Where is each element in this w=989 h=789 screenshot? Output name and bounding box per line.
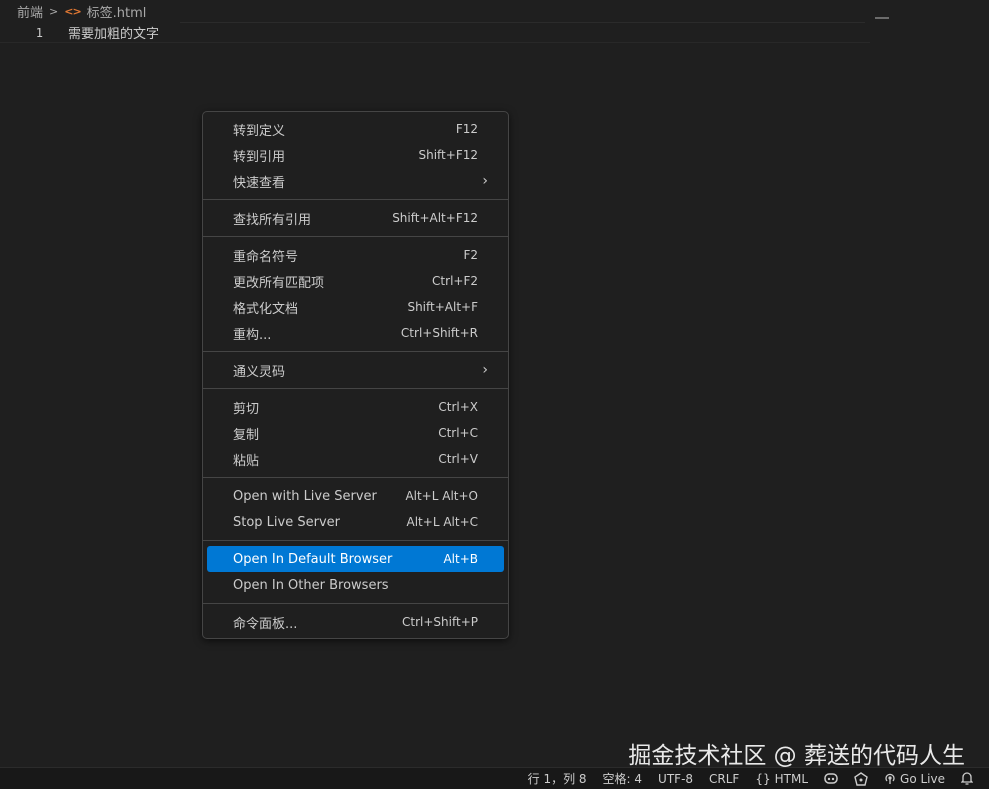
- menu-item-shortcut: Alt+L Alt+C: [406, 515, 478, 529]
- menu-item[interactable]: Open with Live Server Alt+L Alt+O: [207, 483, 504, 509]
- menu-item-label: 粘贴: [233, 453, 260, 469]
- menu-item-shortcut: Alt+B: [443, 552, 478, 566]
- menu-item-label: 重构...: [233, 327, 272, 343]
- menu-item-label: Open with Live Server: [233, 488, 377, 504]
- menu-item-shortcut: Ctrl+F2: [432, 274, 478, 288]
- menu-item-label: 快速查看: [233, 175, 286, 191]
- indentation[interactable]: 空格: 4: [595, 770, 651, 787]
- menu-item-label: 剪切: [233, 401, 260, 417]
- menu-item[interactable]: 格式化文档 Shift+Alt+F: [207, 294, 504, 320]
- menu-item[interactable]: Stop Live Server Alt+L Alt+C: [207, 509, 504, 535]
- menu-item[interactable]: 更改所有匹配项 Ctrl+F2: [207, 268, 504, 294]
- lingma-icon[interactable]: [846, 771, 876, 786]
- menu-item-shortcut: Shift+F12: [418, 148, 478, 162]
- breadcrumb: 前端 > <> 标签.html: [0, 0, 989, 22]
- menu-item[interactable]: 重构... Ctrl+Shift+R: [207, 320, 504, 346]
- menu-item-label: 命令面板...: [233, 616, 298, 632]
- cursor-position[interactable]: 行 1，列 8: [520, 770, 595, 787]
- menu-separator: [203, 351, 508, 352]
- menu-item-shortcut: Ctrl+X: [438, 400, 478, 414]
- menu-item[interactable]: 快速查看 ›: [207, 168, 504, 194]
- broadcast-icon: [885, 773, 895, 784]
- menu-item-shortcut: F2: [463, 248, 478, 262]
- menu-item-label: 查找所有引用: [233, 212, 312, 228]
- menu-item-shortcut: Shift+Alt+F12: [392, 211, 478, 225]
- language-label: HTML: [774, 771, 809, 786]
- menu-item[interactable]: 剪切 Ctrl+X: [207, 394, 504, 420]
- menu-item-label: Open In Default Browser: [233, 551, 393, 567]
- menu-item[interactable]: 复制 Ctrl+C: [207, 420, 504, 446]
- go-live-button[interactable]: Go Live: [876, 772, 953, 786]
- menu-item-label: 更改所有匹配项: [233, 275, 325, 291]
- menu-item-label: 重命名符号: [233, 249, 299, 265]
- menu-separator: [203, 236, 508, 237]
- menu-item-shortcut: F12: [455, 122, 478, 136]
- end-of-line[interactable]: CRLF: [701, 772, 747, 786]
- notifications-bell-icon[interactable]: [953, 772, 981, 785]
- editor-line[interactable]: 1 需要加粗的文字: [0, 23, 870, 43]
- overview-ruler-mark: [875, 17, 889, 19]
- menu-separator: [203, 199, 508, 200]
- menu-item[interactable]: 通义灵码 ›: [207, 357, 504, 383]
- menu-item-label: 转到引用: [233, 149, 286, 165]
- menu-item-label: 转到定义: [233, 123, 286, 139]
- html-file-icon: <>: [64, 4, 81, 18]
- line-number: 1: [35, 25, 43, 40]
- menu-separator: [203, 388, 508, 389]
- menu-item-label: 复制: [233, 427, 260, 443]
- menu-item-shortcut: Alt+L Alt+O: [405, 489, 478, 503]
- menu-item-shortcut: Ctrl+V: [438, 452, 478, 466]
- menu-item[interactable]: 转到引用 Shift+F12: [207, 142, 504, 168]
- menu-item[interactable]: 粘贴 Ctrl+V: [207, 446, 504, 472]
- menu-separator: [203, 540, 508, 541]
- code-text[interactable]: 需要加粗的文字: [68, 23, 159, 42]
- menu-item-label: 格式化文档: [233, 301, 299, 317]
- menu-separator: [203, 477, 508, 478]
- menu-item[interactable]: 转到定义 F12: [207, 116, 504, 142]
- chevron-right-icon: ›: [482, 173, 488, 189]
- breadcrumb-folder[interactable]: 前端: [17, 2, 43, 21]
- context-menu: 转到定义 F12 转到引用 Shift+F12 快速查看 › 查找所有引用 Shift+Alt…: [202, 111, 509, 639]
- watermark: 掘金技术社区 @ 葬送的代码人生: [628, 743, 965, 769]
- menu-separator: [203, 603, 508, 604]
- menu-item[interactable]: 重命名符号 F2: [207, 242, 504, 268]
- go-live-label: Go Live: [900, 771, 945, 786]
- language-mode[interactable]: {} HTML: [747, 772, 816, 786]
- menu-item[interactable]: Open In Default Browser Alt+B: [207, 546, 504, 572]
- chevron-right-icon: >: [49, 4, 59, 18]
- status-bar: 行 1，列 8 空格: 4 UTF-8 CRLF {} HTML Go Live: [0, 767, 989, 789]
- chevron-right-icon: ›: [482, 362, 488, 378]
- menu-item-shortcut: Ctrl+C: [438, 426, 478, 440]
- menu-item-label: Stop Live Server: [233, 514, 340, 530]
- menu-item[interactable]: 查找所有引用 Shift+Alt+F12: [207, 205, 504, 231]
- breadcrumb-file[interactable]: 标签.html: [87, 2, 147, 21]
- menu-item-shortcut: Shift+Alt+F: [407, 300, 478, 314]
- braces-icon: {}: [755, 771, 771, 786]
- encoding[interactable]: UTF-8: [650, 772, 701, 786]
- menu-item[interactable]: Open In Other Browsers: [207, 572, 504, 598]
- menu-item-shortcut: Ctrl+Shift+R: [400, 326, 478, 340]
- menu-item-shortcut: Ctrl+Shift+P: [402, 615, 478, 629]
- menu-item-label: Open In Other Browsers: [233, 577, 389, 593]
- menu-item-label: 通义灵码: [233, 364, 286, 380]
- copilot-icon[interactable]: [816, 772, 846, 785]
- menu-item[interactable]: 命令面板... Ctrl+Shift+P: [207, 609, 504, 635]
